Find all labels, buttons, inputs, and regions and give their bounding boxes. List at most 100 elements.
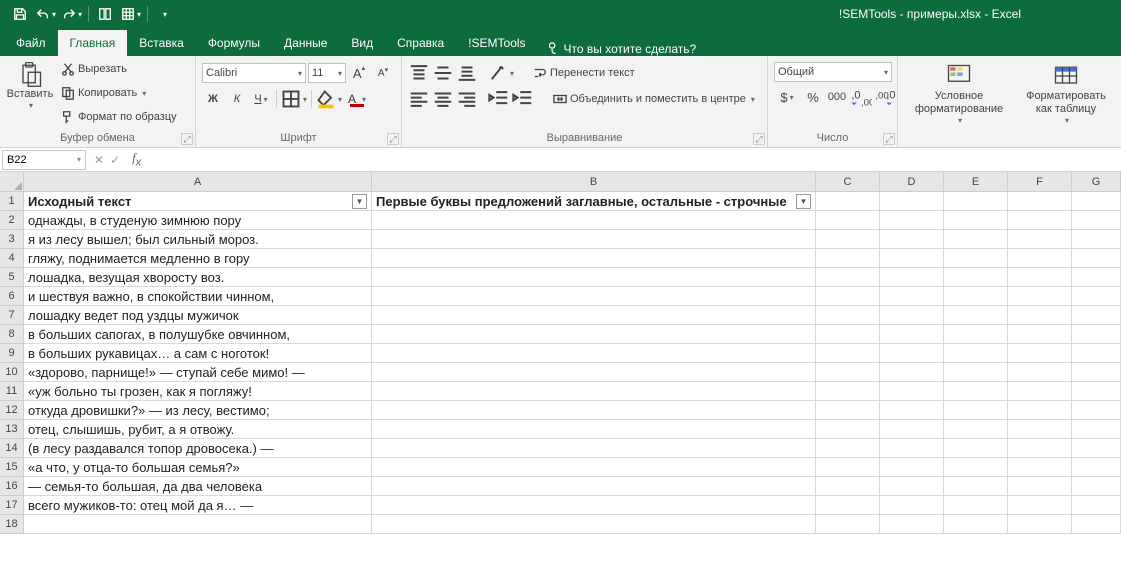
cell[interactable] (372, 230, 816, 249)
tab-data[interactable]: Данные (272, 30, 339, 56)
cell[interactable] (372, 382, 816, 401)
cell[interactable] (816, 401, 880, 420)
save-button[interactable] (8, 2, 32, 26)
cell[interactable] (944, 344, 1008, 363)
cell[interactable] (1008, 268, 1072, 287)
cell[interactable] (944, 249, 1008, 268)
format-painter-button[interactable]: Формат по образцу (58, 106, 180, 128)
cell[interactable] (880, 515, 944, 534)
align-center-button[interactable] (432, 88, 454, 110)
cell[interactable] (880, 363, 944, 382)
cell[interactable] (1072, 363, 1121, 382)
cell[interactable] (372, 401, 816, 420)
copy-button[interactable]: Копировать▾ (58, 82, 180, 104)
row-header[interactable]: 3 (0, 230, 24, 249)
cell[interactable]: «а что, у отца-то большая семья?» (24, 458, 372, 477)
qat-customize[interactable]: ▾ (152, 2, 176, 26)
col-header-E[interactable]: E (944, 172, 1008, 192)
cell[interactable] (880, 268, 944, 287)
cell[interactable] (944, 306, 1008, 325)
font-name-combo[interactable]: Calibri▾ (202, 63, 306, 83)
cell[interactable] (880, 325, 944, 344)
wrap-text-button[interactable]: Перенести текст (530, 62, 638, 84)
cell[interactable] (944, 458, 1008, 477)
cell[interactable]: «здорово, парнище!» — ступай себе мимо! … (24, 363, 372, 382)
cell[interactable] (1008, 420, 1072, 439)
row-header[interactable]: 4 (0, 249, 24, 268)
fx-icon[interactable]: fx (126, 150, 147, 169)
select-all-corner[interactable] (0, 172, 24, 192)
cell[interactable] (1072, 401, 1121, 420)
cell[interactable] (372, 249, 816, 268)
cell[interactable] (816, 211, 880, 230)
cell[interactable] (1008, 287, 1072, 306)
row-header[interactable]: 18 (0, 515, 24, 534)
cell[interactable] (816, 496, 880, 515)
conditional-formatting-button[interactable]: Условное форматирование▾ (904, 60, 1014, 126)
col-header-D[interactable]: D (880, 172, 944, 192)
increase-decimal-button[interactable]: ,0,00 (850, 86, 872, 108)
cell[interactable] (1008, 458, 1072, 477)
number-format-combo[interactable]: Общий▾ (774, 62, 892, 82)
cell[interactable] (1008, 192, 1072, 211)
cell[interactable]: лошадка, везущая хворосту воз. (24, 268, 372, 287)
tab-semtools[interactable]: !SEMTools (456, 30, 537, 56)
row-header[interactable]: 8 (0, 325, 24, 344)
row-header[interactable]: 1 (0, 192, 24, 211)
alignment-launcher[interactable]: ⤢ (753, 133, 765, 145)
cell[interactable] (372, 268, 816, 287)
cell[interactable] (880, 496, 944, 515)
cell[interactable]: — семья-то большая, да два человека (24, 477, 372, 496)
cell[interactable]: откуда дровишки?» — из лесу, вестимо; (24, 401, 372, 420)
enter-formula-icon[interactable]: ✓ (110, 153, 120, 167)
cell[interactable] (24, 515, 372, 534)
cell[interactable]: Исходный текст▼ (24, 192, 372, 211)
col-header-B[interactable]: B (372, 172, 816, 192)
cell[interactable] (816, 382, 880, 401)
filter-button[interactable]: ▼ (796, 194, 811, 209)
cell[interactable] (816, 420, 880, 439)
qat-custom-1[interactable] (93, 2, 117, 26)
cell[interactable] (816, 249, 880, 268)
cell[interactable] (880, 382, 944, 401)
cell[interactable]: гляжу, поднимается медленно в гору (24, 249, 372, 268)
underline-button[interactable]: Ч▾ (250, 88, 272, 110)
cell[interactable] (1008, 211, 1072, 230)
paste-button[interactable]: Вставить ▾ (6, 58, 54, 111)
cell[interactable] (1072, 211, 1121, 230)
cancel-formula-icon[interactable]: ✕ (94, 153, 104, 167)
row-header[interactable]: 6 (0, 287, 24, 306)
row-header[interactable]: 7 (0, 306, 24, 325)
cell[interactable] (1008, 382, 1072, 401)
cell[interactable] (372, 515, 816, 534)
cell[interactable] (1008, 477, 1072, 496)
cell[interactable] (816, 515, 880, 534)
font-color-button[interactable]: А▾ (344, 88, 370, 110)
cell[interactable] (1008, 230, 1072, 249)
cell[interactable] (880, 420, 944, 439)
cell[interactable] (1008, 363, 1072, 382)
row-header[interactable]: 15 (0, 458, 24, 477)
cell[interactable] (816, 287, 880, 306)
col-header-F[interactable]: F (1008, 172, 1072, 192)
cell[interactable] (1008, 401, 1072, 420)
cell[interactable] (816, 268, 880, 287)
cell[interactable] (1072, 268, 1121, 287)
cell[interactable] (816, 344, 880, 363)
percent-format-button[interactable]: % (802, 86, 824, 108)
cell[interactable] (1072, 420, 1121, 439)
cell[interactable] (1072, 230, 1121, 249)
font-size-combo[interactable]: 11▾ (308, 63, 346, 83)
italic-button[interactable]: К (226, 88, 248, 110)
cell[interactable] (372, 363, 816, 382)
cell[interactable]: я из лесу вышел; был сильный мороз. (24, 230, 372, 249)
decrease-indent-button[interactable] (488, 88, 510, 110)
row-header[interactable]: 10 (0, 363, 24, 382)
orientation-button[interactable]: ▾ (488, 62, 514, 84)
align-middle-button[interactable] (432, 62, 454, 84)
cell[interactable] (1072, 306, 1121, 325)
qat-custom-2[interactable]: ▾ (119, 2, 143, 26)
cell[interactable]: «уж больно ты грозен, как я погляжу! (24, 382, 372, 401)
row-header[interactable]: 5 (0, 268, 24, 287)
number-launcher[interactable]: ⤢ (883, 133, 895, 145)
